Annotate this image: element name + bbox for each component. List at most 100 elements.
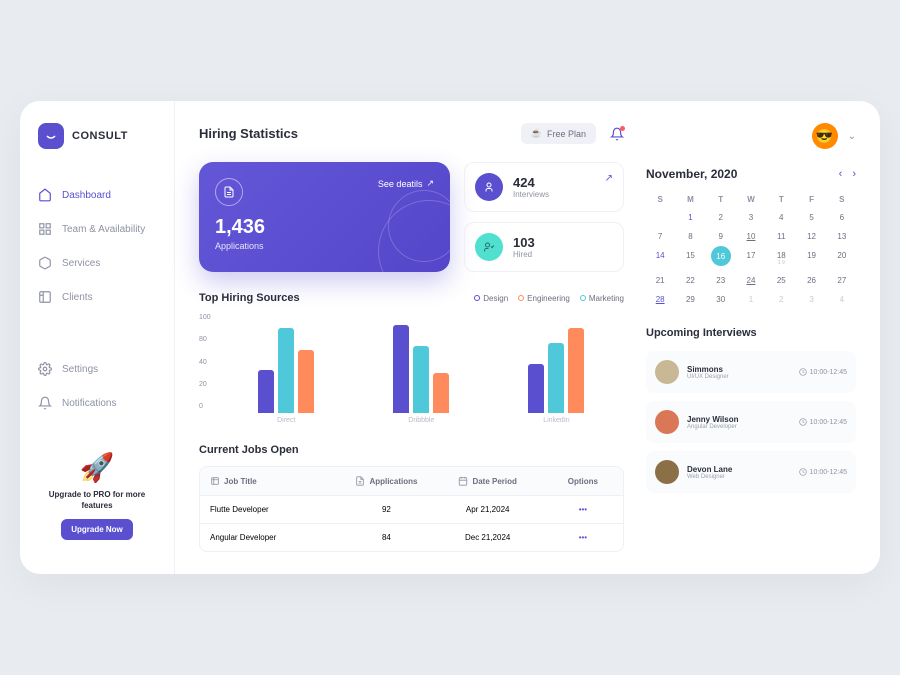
calendar-day[interactable]: 29 xyxy=(676,290,704,309)
person-icon xyxy=(475,173,503,201)
user-avatar[interactable]: 😎 xyxy=(812,123,838,149)
see-details-link[interactable]: See deatils↗ xyxy=(378,178,434,189)
col-date-period: Date Period xyxy=(433,467,543,495)
bar-dribbble-engineering xyxy=(433,373,449,414)
calendar-day[interactable]: 1 xyxy=(737,290,765,309)
plan-badge[interactable]: ☕ Free Plan xyxy=(521,123,596,144)
avatar xyxy=(655,460,679,484)
bar-dribbble-design xyxy=(393,325,409,413)
calendar-day[interactable]: 25 xyxy=(767,271,795,290)
nav-clients[interactable]: Clients xyxy=(20,281,174,313)
home-icon xyxy=(38,188,52,202)
interviews-card[interactable]: 424 Interviews ↗ xyxy=(464,162,624,212)
notifications-button[interactable] xyxy=(610,127,624,141)
bar-linkedin-marketing xyxy=(548,343,564,413)
interview-item[interactable]: Jenny WilsonAngular Developer10:00-12:45 xyxy=(646,401,856,443)
calendar-day[interactable]: 22 xyxy=(676,271,704,290)
logo-icon xyxy=(38,123,64,149)
legend-marketing[interactable]: Marketing xyxy=(580,294,624,303)
hiring-sources-chart: 1008040200 DirectDribbbleLinkedIn xyxy=(199,314,624,424)
calendar-day[interactable]: 19 xyxy=(797,246,825,271)
nav-notifications[interactable]: Notifications xyxy=(20,387,174,419)
calendar-day[interactable]: 15 xyxy=(676,246,704,271)
calendar-day[interactable]: 1 xyxy=(676,208,704,227)
applications-label: Applications xyxy=(215,241,434,251)
upgrade-promo: 🚀 Upgrade to PRO for more features Upgra… xyxy=(34,439,160,552)
legend-design[interactable]: Design xyxy=(474,294,508,303)
calendar-day[interactable]: 8 xyxy=(676,227,704,246)
calendar-day[interactable]: 2 xyxy=(767,290,795,309)
calendar-day[interactable]: 5 xyxy=(797,208,825,227)
calendar-prev[interactable]: ‹ xyxy=(839,168,843,180)
row-options[interactable]: ••• xyxy=(543,524,623,551)
brand-text: CONSULT xyxy=(72,130,128,142)
applications-card[interactable]: See deatils↗ 1,436 Applications xyxy=(199,162,450,272)
legend-engineering[interactable]: Engineering xyxy=(518,294,570,303)
calendar-day[interactable]: 21 xyxy=(646,271,674,290)
avatar xyxy=(655,410,679,434)
bell-icon xyxy=(38,396,52,410)
calendar-day[interactable]: 3 xyxy=(737,208,765,227)
logo[interactable]: CONSULT xyxy=(20,123,174,169)
calendar-day[interactable]: 26 xyxy=(797,271,825,290)
upgrade-button[interactable]: Upgrade Now xyxy=(61,519,133,540)
calendar-day[interactable]: 20 xyxy=(828,246,856,271)
chevron-down-icon[interactable]: ⌄ xyxy=(848,131,856,142)
interview-item[interactable]: Devon LaneWeb Designer10:00-12:45 xyxy=(646,451,856,493)
bar-linkedin-design xyxy=(528,364,544,414)
table-row[interactable]: Flutte Developer92Apr 21,2024••• xyxy=(200,496,623,524)
calendar-month: November, 2020 xyxy=(646,167,737,181)
bar-dribbble-marketing xyxy=(413,346,429,414)
nav-team-availability[interactable]: Team & Availability xyxy=(20,213,174,245)
calendar-day[interactable]: 2 xyxy=(707,208,735,227)
upcoming-title: Upcoming Interviews xyxy=(646,327,856,339)
bar-direct-marketing xyxy=(278,328,294,414)
col-applications: Applications xyxy=(340,467,432,495)
calendar-day[interactable]: 3 xyxy=(797,290,825,309)
jobs-table: Job TitleApplicationsDate PeriodOptions … xyxy=(199,466,624,552)
calendar-day[interactable]: 4 xyxy=(767,208,795,227)
calendar-day[interactable]: 11 xyxy=(767,227,795,246)
calendar-day[interactable]: 18 xyxy=(767,246,795,271)
clock-icon xyxy=(799,468,807,476)
calendar-day[interactable]: 24 xyxy=(737,271,765,290)
check-person-icon xyxy=(475,233,503,261)
calendar-day[interactable]: 16 xyxy=(711,246,731,266)
calendar-day[interactable]: 6 xyxy=(828,208,856,227)
calendar-day[interactable]: 27 xyxy=(828,271,856,290)
expand-icon[interactable]: ↗ xyxy=(605,173,613,184)
users-icon xyxy=(38,290,52,304)
calendar-day[interactable]: 7 xyxy=(646,227,674,246)
col-job-title: Job Title xyxy=(200,467,340,495)
calendar-day[interactable]: 30 xyxy=(707,290,735,309)
nav-dashboard[interactable]: Dashboard xyxy=(20,179,174,211)
avatar xyxy=(655,360,679,384)
calendar-day[interactable]: 13 xyxy=(828,227,856,246)
clock-icon xyxy=(799,368,807,376)
calendar-day[interactable]: 23 xyxy=(707,271,735,290)
row-options[interactable]: ••• xyxy=(543,496,623,523)
nav-settings[interactable]: Settings xyxy=(20,353,174,385)
table-row[interactable]: Angular Developer84Dec 21,2024••• xyxy=(200,524,623,551)
grid-icon xyxy=(38,222,52,236)
calendar-day[interactable]: 4 xyxy=(828,290,856,309)
calendar-day[interactable]: 14 xyxy=(646,246,674,271)
document-icon xyxy=(215,178,243,206)
box-icon xyxy=(38,256,52,270)
bar-direct-engineering xyxy=(298,350,314,413)
clock-icon xyxy=(799,418,807,426)
hired-card[interactable]: 103 Hired xyxy=(464,222,624,272)
interview-item[interactable]: SimmonsUI/UX Designer10:00-12:45 xyxy=(646,351,856,393)
calendar-day[interactable]: 28 xyxy=(646,290,674,309)
calendar-day[interactable]: 12 xyxy=(797,227,825,246)
calendar-day[interactable]: 17 xyxy=(737,246,765,271)
bar-direct-design xyxy=(258,370,274,413)
calendar-day[interactable] xyxy=(646,208,674,227)
calendar-next[interactable]: › xyxy=(852,168,856,180)
nav-services[interactable]: Services xyxy=(20,247,174,279)
promo-text: Upgrade to PRO for more features xyxy=(46,490,148,511)
calendar-day[interactable]: 9 xyxy=(707,227,735,246)
calendar-day[interactable]: 10 xyxy=(737,227,765,246)
jobs-title: Current Jobs Open xyxy=(199,444,624,456)
coffee-icon: ☕ xyxy=(531,128,542,139)
